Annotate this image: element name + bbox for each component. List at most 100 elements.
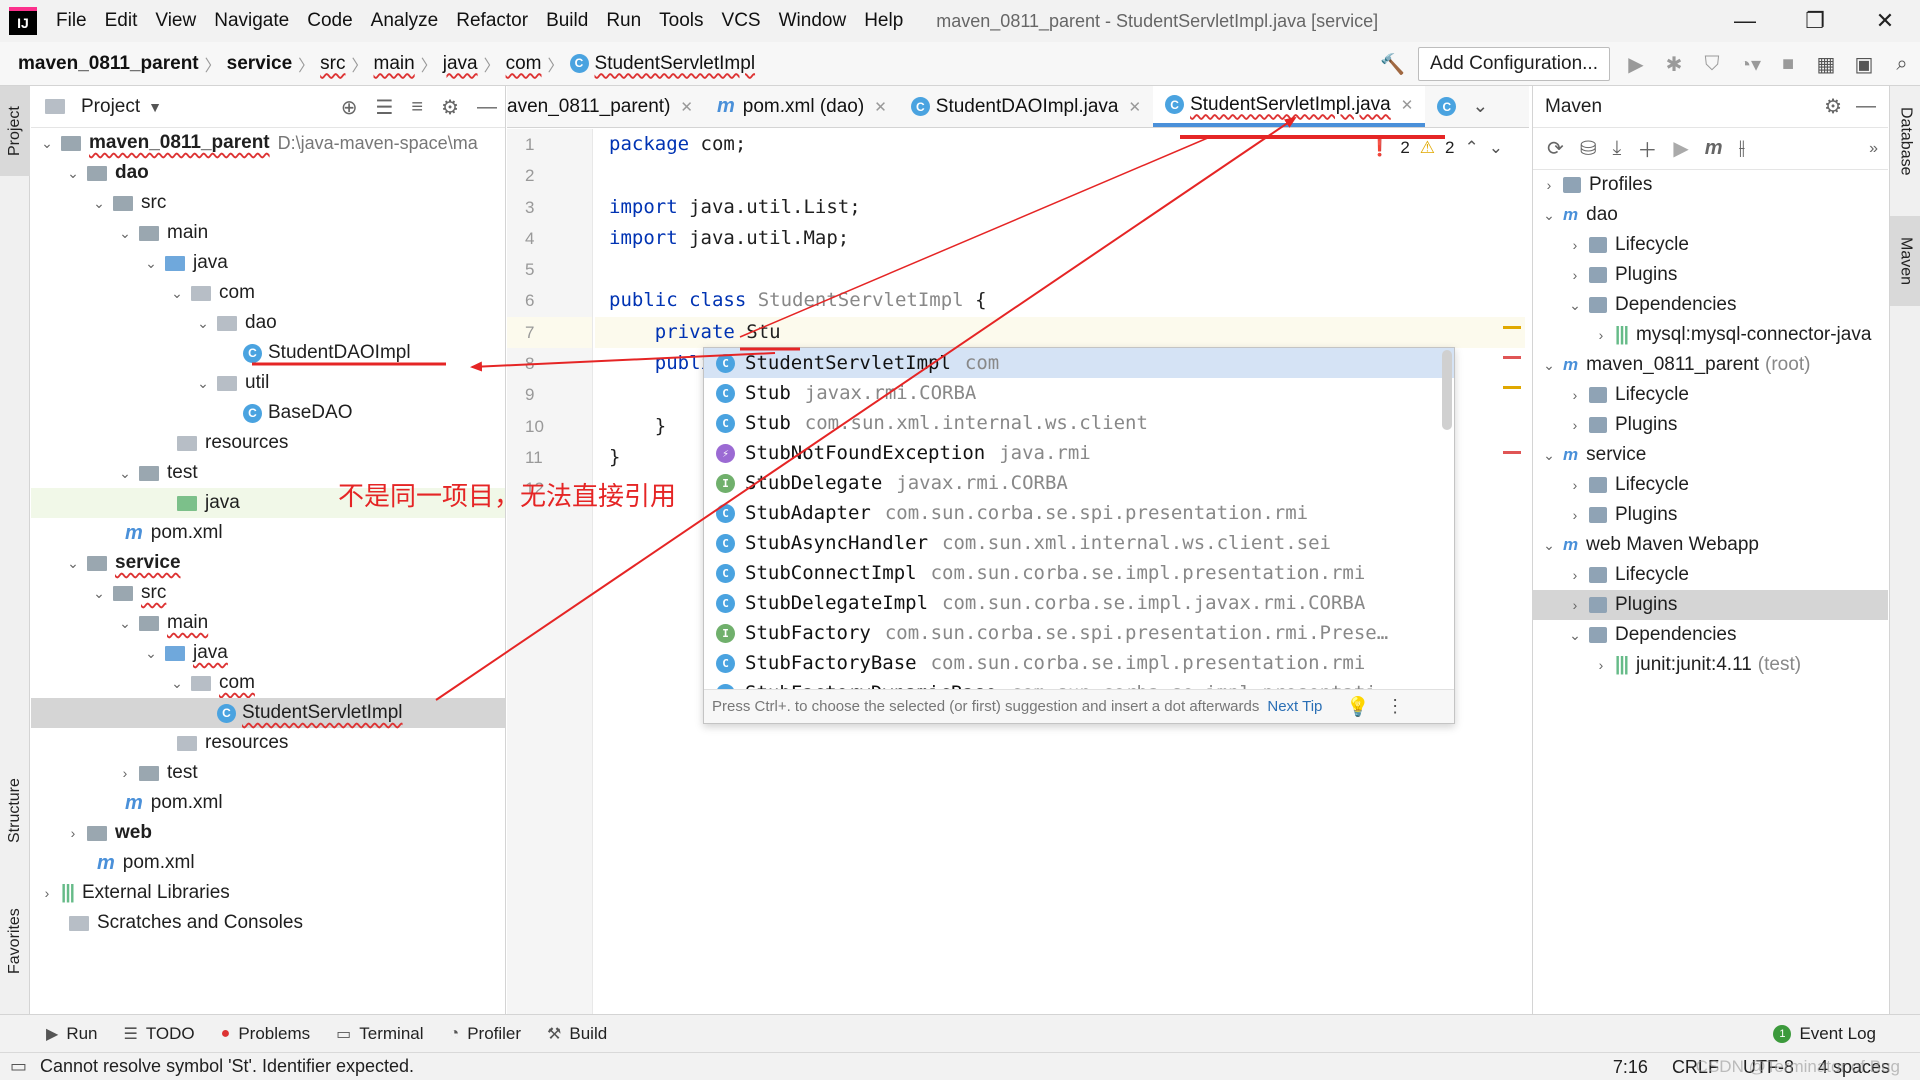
menu-refactor[interactable]: Refactor bbox=[447, 10, 537, 32]
completion-item[interactable]: C StubAdapter com.sun.corba.se.spi.present… bbox=[704, 498, 1454, 528]
tree-item-dao-pom[interactable]: m pom.xml bbox=[31, 518, 505, 548]
maven-item-profiles[interactable]: › Profiles bbox=[1533, 170, 1888, 200]
tree-item-studentservletimpl[interactable]: C StudentServletImpl bbox=[31, 698, 505, 728]
breadcrumb-class[interactable]: C StudentServletImpl bbox=[564, 53, 762, 75]
completion-item[interactable]: ⚡ StubNotFoundException java.rmi bbox=[704, 438, 1454, 468]
tree-item-service-src[interactable]: ⌄ src bbox=[31, 578, 505, 608]
menu-navigate[interactable]: Navigate bbox=[205, 10, 298, 32]
tree-item-dao-package[interactable]: ⌄ dao bbox=[31, 308, 505, 338]
tree-item-main[interactable]: ⌄ main bbox=[31, 218, 505, 248]
layout-icon[interactable]: ▣ bbox=[1852, 52, 1876, 77]
chevron-down-icon[interactable]: ⌄ bbox=[1489, 138, 1503, 158]
completion-scrollbar[interactable] bbox=[1442, 350, 1452, 430]
tree-item-resources[interactable]: resources bbox=[31, 428, 505, 458]
error-stripe-marker[interactable] bbox=[1503, 356, 1521, 359]
run-tool-button[interactable]: ▶ Run bbox=[46, 1024, 98, 1044]
maven-item-plugins[interactable]: › Plugins bbox=[1533, 410, 1888, 440]
chevron-up-icon[interactable]: ⌃ bbox=[1465, 138, 1479, 158]
inspection-widget[interactable]: ❗ 2 ⚠ 2 ⌃ ⌄ bbox=[1369, 138, 1503, 158]
minimize-button[interactable]: — bbox=[1710, 0, 1780, 42]
tab-overflow[interactable]: C ⌄ bbox=[1425, 86, 1500, 127]
generate-sources-icon[interactable]: ⛁ bbox=[1580, 136, 1597, 161]
build-tool-button[interactable]: ⚒ Build bbox=[547, 1024, 607, 1044]
warning-stripe-marker[interactable] bbox=[1503, 386, 1521, 389]
stop-icon[interactable]: ■ bbox=[1776, 53, 1800, 76]
tree-item-src[interactable]: ⌄ src bbox=[31, 188, 505, 218]
tree-item-external-libraries[interactable]: › ||| External Libraries bbox=[31, 878, 505, 908]
gear-icon[interactable]: ⚙ bbox=[441, 95, 459, 120]
breadcrumb-project[interactable]: maven_0811_parent bbox=[12, 53, 205, 75]
breadcrumb-service[interactable]: service bbox=[221, 53, 299, 75]
breadcrumb-com[interactable]: com bbox=[500, 53, 548, 75]
menu-edit[interactable]: Edit bbox=[96, 10, 147, 32]
tree-item-web[interactable]: › web bbox=[31, 818, 505, 848]
error-stripe-marker[interactable] bbox=[1503, 451, 1521, 454]
tree-item-root[interactable]: ⌄ maven_0811_parent D:\java-maven-space\… bbox=[31, 128, 505, 158]
menu-vcs[interactable]: VCS bbox=[713, 10, 770, 32]
profile-icon[interactable]: ◔▾ bbox=[1738, 52, 1762, 77]
close-icon[interactable]: ✕ bbox=[1401, 96, 1414, 114]
maven-item-parent[interactable]: ⌄ m maven_0811_parent (root) bbox=[1533, 350, 1888, 380]
tab-studentservletimpl[interactable]: C StudentServletImpl.java ✕ bbox=[1153, 86, 1426, 127]
close-window-button[interactable]: ✕ bbox=[1850, 0, 1920, 42]
debug-icon[interactable]: ✱ bbox=[1662, 52, 1686, 77]
hide-icon[interactable]: — bbox=[477, 96, 497, 119]
tree-item-dao[interactable]: ⌄ dao bbox=[31, 158, 505, 188]
project-panel-title[interactable]: Project bbox=[81, 96, 140, 118]
add-icon[interactable]: ＋ bbox=[1637, 134, 1657, 163]
tab-pom-dao[interactable]: m pom.xml (dao) ✕ bbox=[705, 86, 899, 127]
tree-item-util[interactable]: ⌄ util bbox=[31, 368, 505, 398]
chevron-down-icon[interactable]: ▼ bbox=[148, 99, 162, 115]
menu-build[interactable]: Build bbox=[537, 10, 597, 32]
breadcrumb-main[interactable]: main bbox=[368, 53, 421, 75]
completion-item[interactable]: I StubDelegate javax.rmi.CORBA bbox=[704, 468, 1454, 498]
tree-item-service-pom[interactable]: m pom.xml bbox=[31, 788, 505, 818]
tree-item-service-main[interactable]: ⌄ main bbox=[31, 608, 505, 638]
close-icon[interactable]: ✕ bbox=[874, 98, 887, 116]
run-icon[interactable]: ▶ bbox=[1673, 136, 1688, 161]
close-icon[interactable]: ✕ bbox=[680, 98, 693, 116]
menu-tools[interactable]: Tools bbox=[650, 10, 712, 32]
maven-item-web[interactable]: ⌄ m web Maven Webapp bbox=[1533, 530, 1888, 560]
tree-item-studentdaoimpl[interactable]: C StudentDAOImpl bbox=[31, 338, 505, 368]
warning-stripe-marker[interactable] bbox=[1503, 326, 1521, 329]
menu-view[interactable]: View bbox=[146, 10, 205, 32]
structure-tool-tab[interactable]: Structure bbox=[0, 756, 30, 866]
tree-item-service-com[interactable]: ⌄ com bbox=[31, 668, 505, 698]
breadcrumb-java[interactable]: java bbox=[437, 53, 484, 75]
chevron-down-icon[interactable]: ⌄ bbox=[1472, 95, 1488, 118]
project-structure-icon[interactable]: ▦ bbox=[1814, 52, 1838, 77]
tree-item-service-java[interactable]: ⌄ java bbox=[31, 638, 505, 668]
maven-item-mysql-dependency[interactable]: › ||| mysql:mysql-connector-java bbox=[1533, 320, 1888, 350]
maven-item-dependencies[interactable]: ⌄ Dependencies bbox=[1533, 620, 1888, 650]
hide-icon[interactable]: — bbox=[1856, 95, 1876, 118]
project-tool-tab[interactable]: Project bbox=[0, 86, 30, 176]
maven-item-dependencies[interactable]: ⌄ Dependencies bbox=[1533, 290, 1888, 320]
search-icon[interactable]: ⌕ bbox=[1890, 53, 1914, 76]
tree-item-com[interactable]: ⌄ com bbox=[31, 278, 505, 308]
profiler-tool-button[interactable]: ◔ Profiler bbox=[450, 1024, 522, 1044]
event-log-button[interactable]: 1 Event Log bbox=[1773, 1015, 1876, 1053]
completion-item[interactable]: C StudentServletImpl com bbox=[704, 348, 1454, 378]
tree-item-root-pom[interactable]: m pom.xml bbox=[31, 848, 505, 878]
hammer-icon[interactable]: 🔨 bbox=[1380, 52, 1405, 77]
maven-item-plugins[interactable]: › Plugins bbox=[1533, 260, 1888, 290]
completion-item[interactable]: C StubAsyncHandler com.sun.xml.internal.ws… bbox=[704, 528, 1454, 558]
maven-item-lifecycle[interactable]: › Lifecycle bbox=[1533, 230, 1888, 260]
maven-item-dao[interactable]: ⌄ m dao bbox=[1533, 200, 1888, 230]
breadcrumb-src[interactable]: src bbox=[314, 53, 351, 75]
download-icon[interactable]: ⤓ bbox=[1613, 137, 1622, 160]
maven-tool-tab[interactable]: Maven bbox=[1890, 216, 1920, 306]
completion-item[interactable]: C Stub com.sun.xml.internal.ws.client bbox=[704, 408, 1454, 438]
maven-goal-icon[interactable]: m bbox=[1705, 137, 1723, 160]
run-icon[interactable]: ▶ bbox=[1624, 52, 1648, 77]
maven-item-lifecycle[interactable]: › Lifecycle bbox=[1533, 470, 1888, 500]
menu-run[interactable]: Run bbox=[597, 10, 650, 32]
expand-all-icon[interactable]: ☰ bbox=[375, 95, 393, 120]
maven-item-lifecycle[interactable]: › Lifecycle bbox=[1533, 560, 1888, 590]
todo-tool-button[interactable]: ☰ TODO bbox=[124, 1024, 195, 1044]
completion-item[interactable]: C StubFactoryBase com.sun.corba.se.impl.pr… bbox=[704, 648, 1454, 678]
favorites-tool-tab[interactable]: Favorites bbox=[0, 886, 30, 996]
tab-parent-pom[interactable]: aven_0811_parent) ✕ bbox=[507, 86, 705, 127]
locate-icon[interactable]: ⊕ bbox=[341, 95, 358, 120]
